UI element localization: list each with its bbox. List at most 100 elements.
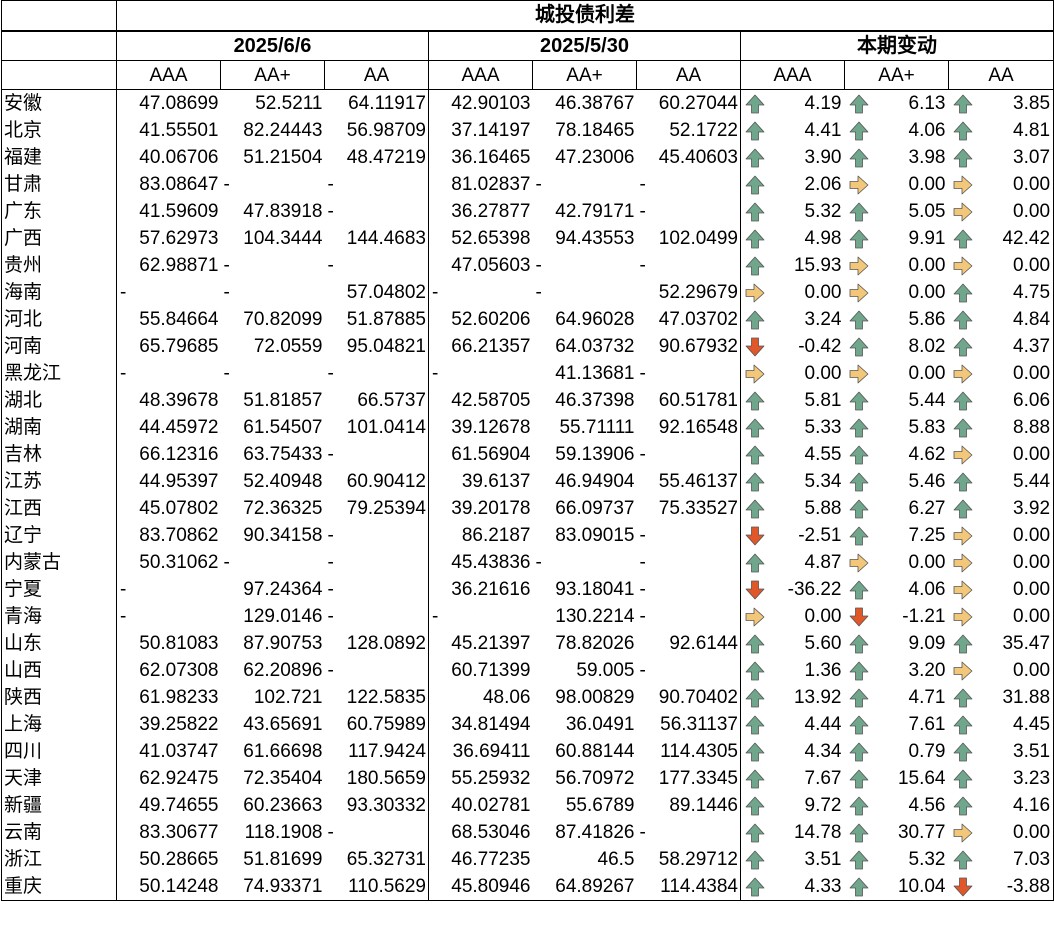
change-cell: 4.41: [741, 117, 845, 144]
table-row: 新疆 49.74655 60.23663 93.30332 40.02781 55.678…: [1, 792, 1054, 819]
change-value: 8.88: [1013, 417, 1051, 438]
arrow-right-icon: [745, 283, 765, 303]
change-value: 30.77: [897, 822, 946, 843]
value-cell: 66.5737: [324, 387, 429, 414]
group-header-current: 2025/6/6: [116, 30, 429, 61]
value-cell: 90.34158: [243, 525, 323, 546]
rating-header: AAA: [116, 60, 221, 90]
change-value: 0.00: [804, 606, 842, 627]
change-value: 0.00: [908, 552, 946, 573]
arrow-right-icon: [953, 526, 972, 546]
arrow-up-icon: [953, 850, 972, 870]
change-cell: 0.00: [741, 360, 845, 387]
change-cell: 1.36: [741, 657, 845, 684]
value-cell: -: [324, 657, 429, 684]
value-cell: 75.33527: [636, 495, 741, 522]
value-cell: -: [432, 282, 439, 303]
change-cell: 3.98: [845, 144, 949, 171]
value-cell: 47.03702: [636, 306, 741, 333]
value-cell: 45.21397: [451, 633, 531, 654]
value-cell: 52.1722: [636, 117, 741, 144]
value-cell: 117.9424: [324, 738, 429, 765]
arrow-up-icon: [953, 229, 972, 249]
value-cell: 61.98233: [139, 687, 219, 708]
change-value: 5.81: [804, 390, 842, 411]
value-cell: 41.03747: [139, 741, 219, 762]
value-cell: -: [535, 282, 542, 303]
change-value: 0.00: [908, 174, 946, 195]
table-row: 陕西 61.98233 102.721 122.5835 48.06 98.00829 90…: [1, 684, 1054, 711]
arrow-right-icon: [849, 283, 868, 303]
table-title: 城投债利差: [116, 0, 1054, 31]
value-cell: 62.07308: [139, 660, 219, 681]
change-value: 5.83: [908, 417, 946, 438]
change-value: 0.00: [1013, 606, 1051, 627]
arrow-up-icon: [745, 688, 765, 708]
table-row: 浙江 50.28665 51.81699 65.32731 46.77235 46.5 58…: [1, 846, 1054, 873]
region-header: [1, 30, 117, 61]
change-value: 9.72: [804, 795, 842, 816]
change-cell: 0.00: [948, 576, 1054, 603]
change-value: 2.06: [804, 174, 842, 195]
value-cell: 55.84664: [139, 309, 219, 330]
value-cell: 41.13681: [555, 363, 635, 384]
arrow-up-icon: [953, 121, 972, 141]
value-cell: 36.16465: [451, 147, 531, 168]
arrow-up-icon: [953, 742, 972, 762]
value-cell: 39.20178: [451, 498, 531, 519]
table-row: 安徽 47.08699 52.5211 64.11917 42.90103 46.3876…: [1, 89, 1054, 117]
arrow-up-icon: [745, 823, 765, 843]
table-row: 吉林 66.12316 63.75433-61.56904 59.13906-4.55…: [1, 441, 1054, 468]
change-cell: 0.00: [948, 603, 1054, 630]
value-cell: 83.70862: [139, 525, 219, 546]
arrow-right-icon: [849, 364, 868, 384]
value-cell: 60.90412: [324, 468, 429, 495]
value-cell: 62.98871: [139, 255, 219, 276]
region-cell: 上海: [1, 711, 117, 738]
value-cell: 55.71111: [559, 417, 635, 438]
arrow-up-icon: [745, 472, 765, 492]
change-value: 4.71: [908, 687, 946, 708]
change-value: 3.24: [804, 309, 842, 330]
arrow-right-icon: [849, 256, 868, 276]
change-value: 4.44: [804, 714, 842, 735]
value-cell: -: [324, 549, 429, 576]
change-cell: 6.06: [948, 387, 1054, 414]
change-value: 3.51: [804, 849, 842, 870]
table-row: 湖南 44.45972 61.54507 101.0414 39.12678 55.711…: [1, 414, 1054, 441]
region-cell: 浙江: [1, 846, 117, 873]
table-row: 甘肃 83.08647- -81.02837- -2.06 0.00 0.00: [1, 171, 1054, 198]
group-header-change: 本期变动: [739, 30, 1054, 61]
change-value: 4.81: [1013, 120, 1051, 141]
change-value: 4.87: [804, 552, 842, 573]
value-cell: 47.08699: [139, 93, 219, 114]
change-cell: 4.62: [845, 441, 949, 468]
region-cell: 安徽: [1, 89, 117, 117]
value-cell: 66.12316: [139, 444, 219, 465]
change-value: 5.46: [908, 471, 946, 492]
arrow-up-icon: [849, 121, 868, 141]
value-cell: 42.79171: [555, 201, 635, 222]
value-cell: -: [120, 579, 127, 600]
value-cell: -: [324, 441, 429, 468]
change-cell: 4.06: [845, 117, 949, 144]
value-cell: 65.32731: [324, 846, 429, 873]
value-cell: 43.65691: [243, 714, 323, 735]
arrow-up-icon: [745, 202, 765, 222]
value-cell: 52.29679: [636, 279, 741, 306]
value-cell: 65.79685: [139, 336, 219, 357]
arrow-up-icon: [849, 94, 868, 114]
arrow-up-icon: [849, 580, 868, 600]
change-cell: 4.84: [948, 306, 1054, 333]
change-value: 0.00: [908, 363, 946, 384]
value-cell: 72.35404: [243, 768, 323, 789]
value-cell: 64.96028: [555, 309, 635, 330]
region-cell: 宁夏: [1, 576, 117, 603]
value-cell: 83.30677: [139, 822, 219, 843]
value-cell: 48.06: [482, 687, 531, 708]
change-value: -2.51: [798, 525, 842, 546]
change-cell: 5.60: [741, 630, 845, 657]
region-cell: 辽宁: [1, 522, 117, 549]
value-cell: 66.09737: [555, 498, 635, 519]
change-cell: 4.37: [948, 333, 1054, 360]
